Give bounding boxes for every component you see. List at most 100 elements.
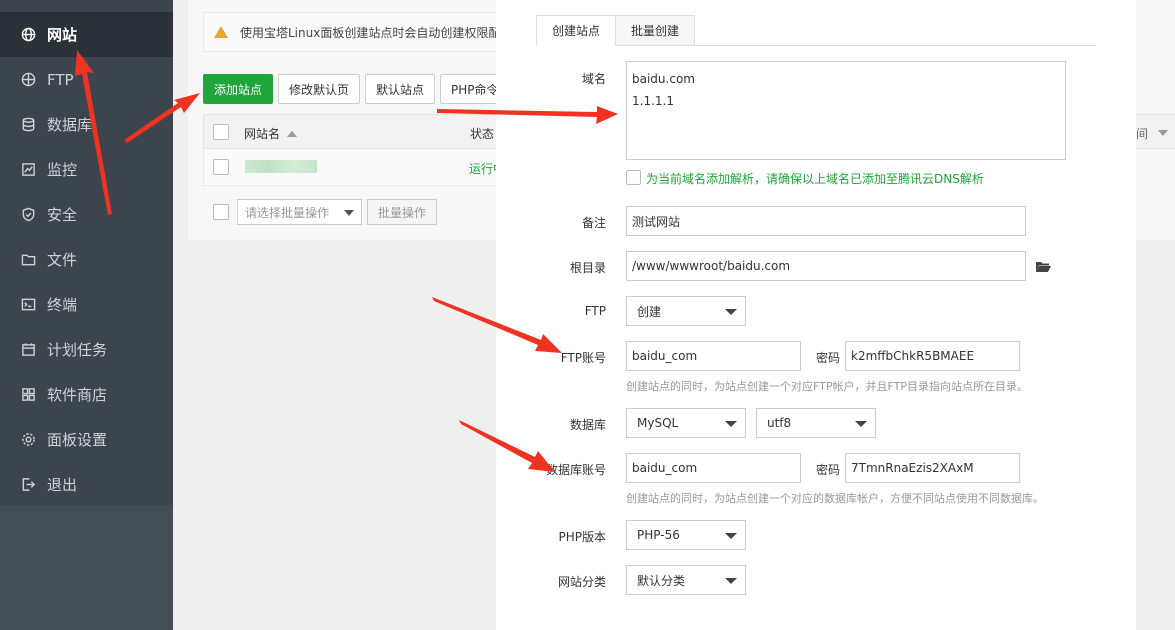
batch-action-select[interactable]: 请选择批量操作 xyxy=(237,199,362,225)
folder-icon xyxy=(20,252,36,268)
chevron-down-icon xyxy=(725,309,737,315)
folder-open-icon[interactable] xyxy=(1036,261,1051,272)
sidebar-item-settings[interactable]: 面板设置 xyxy=(0,417,173,462)
db-account-input[interactable]: baidu_com xyxy=(626,453,801,483)
charset-value: utf8 xyxy=(767,416,792,430)
chevron-down-icon xyxy=(855,421,867,427)
sidebar-item-label: 安全 xyxy=(47,206,78,224)
sort-desc-icon[interactable] xyxy=(1158,130,1168,136)
sidebar-item-label: 退出 xyxy=(47,476,78,494)
ftp-password-label: 密码 xyxy=(816,351,841,365)
ftp-select[interactable]: 创建 xyxy=(626,296,746,326)
database-label: 数据库 xyxy=(569,418,606,432)
php-version-value: PHP-56 xyxy=(637,528,680,542)
charset-select[interactable]: utf8 xyxy=(756,408,876,438)
sidebar-item-monitor[interactable]: 监控 xyxy=(0,147,173,192)
sidebar-item-ftp[interactable]: FTP xyxy=(0,57,173,102)
modify-default-page-button[interactable]: 修改默认页 xyxy=(278,74,360,104)
sidebar-item-store[interactable]: 软件商店 xyxy=(0,372,173,417)
notice-text: 使用宝塔Linux面板创建站点时会自动创建权限配 xyxy=(240,25,501,40)
ftp-select-value: 创建 xyxy=(637,304,662,319)
php-version-label: PHP版本 xyxy=(558,530,607,544)
sidebar-item-cron[interactable]: 计划任务 xyxy=(0,327,173,372)
terminal-icon xyxy=(20,297,36,313)
table-header-right: 间 xyxy=(1136,114,1175,149)
dns-resolve-label[interactable]: 为当前域名添加解析，请确保以上域名已添加至腾讯云DNS解析 xyxy=(646,170,984,187)
domain-line: baidu.com xyxy=(632,72,695,86)
php-version-select[interactable]: PHP-56 xyxy=(626,520,746,550)
calendar-icon xyxy=(20,342,36,358)
tab-create-site[interactable]: 创建站点 xyxy=(536,15,616,46)
sidebar-footer xyxy=(0,505,173,630)
ftp-account-input[interactable]: baidu_com xyxy=(626,341,801,371)
ftp-account-label: FTP账号 xyxy=(560,351,606,365)
batch-action-button[interactable]: 批量操作 xyxy=(367,199,437,225)
shield-icon xyxy=(20,207,36,223)
database-type-value: MySQL xyxy=(637,416,679,430)
notice-bar: 使用宝塔Linux面板创建站点时会自动创建权限配 xyxy=(203,12,503,52)
chevron-down-icon xyxy=(725,533,737,539)
remark-label: 备注 xyxy=(581,216,606,230)
apps-icon xyxy=(20,387,36,403)
category-select[interactable]: 默认分类 xyxy=(626,565,746,595)
db-account-label: 数据库账号 xyxy=(545,463,606,477)
domain-label: 域名 xyxy=(581,72,606,86)
ftp-hint: 创建站点的同时，为站点创建一个对应FTP帐户，并且FTP目录指向站点所在目录。 xyxy=(626,380,1028,393)
db-password-input[interactable]: 7TmnRnaEzis2XAxM xyxy=(845,453,1020,483)
database-icon xyxy=(20,117,36,133)
dialog-tabs: 创建站点 批量创建 xyxy=(536,15,1096,46)
monitor-icon xyxy=(20,162,36,178)
sidebar-item-label: 终端 xyxy=(47,296,78,314)
sidebar-item-label: 软件商店 xyxy=(47,386,108,404)
ftp-password-input[interactable]: k2mffbChkR5BMAEE xyxy=(845,341,1020,371)
row-checkbox[interactable] xyxy=(213,159,229,175)
database-type-select[interactable]: MySQL xyxy=(626,408,746,438)
globe-icon xyxy=(20,27,36,43)
default-site-button[interactable]: 默认站点 xyxy=(365,74,435,104)
sidebar-item-label: 计划任务 xyxy=(47,341,108,359)
sidebar-item-website[interactable]: 网站 xyxy=(0,12,173,57)
category-label: 网站分类 xyxy=(557,575,606,589)
chevron-down-icon xyxy=(725,578,737,584)
gear-icon xyxy=(20,432,36,448)
select-all-checkbox[interactable] xyxy=(213,124,229,140)
sidebar-item-label: 面板设置 xyxy=(47,431,108,449)
sidebar-item-files[interactable]: 文件 xyxy=(0,237,173,282)
remark-input[interactable]: 测试网站 xyxy=(626,206,1026,236)
table-header: 网站名 状态 xyxy=(203,114,503,149)
sidebar-item-security[interactable]: 安全 xyxy=(0,192,173,237)
ftp-icon xyxy=(20,72,36,88)
site-name-blurred[interactable] xyxy=(245,160,317,173)
batch-action-placeholder: 请选择批量操作 xyxy=(245,205,330,220)
domain-line: 1.1.1.1 xyxy=(632,94,674,108)
ftp-label: FTP xyxy=(584,304,606,318)
chevron-down-icon xyxy=(344,210,354,216)
chevron-down-icon xyxy=(725,421,737,427)
warning-icon xyxy=(214,26,228,38)
logout-icon xyxy=(20,477,36,493)
col-status-header: 状态 xyxy=(470,127,495,141)
add-site-button[interactable]: 添加站点 xyxy=(203,74,273,104)
sidebar-item-label: 网站 xyxy=(47,26,78,44)
category-value: 默认分类 xyxy=(637,573,686,588)
sidebar-item-logout[interactable]: 退出 xyxy=(0,462,173,507)
sort-asc-icon[interactable] xyxy=(286,131,297,137)
sidebar-item-database[interactable]: 数据库 xyxy=(0,102,173,147)
col-time-header: 间 xyxy=(1136,127,1149,141)
sidebar: 网站 FTP 数据库 监控 安全 文件 终端 计划任务 软件商店 面板设置 退出 xyxy=(0,0,173,630)
col-site-name-header: 网站名 xyxy=(244,125,297,142)
dns-resolve-checkbox[interactable] xyxy=(626,170,641,185)
col-site-name-label: 网站名 xyxy=(244,127,281,141)
php-cmd-button[interactable]: PHP命令 xyxy=(440,74,498,104)
root-dir-input[interactable]: /www/wwwroot/baidu.com xyxy=(626,251,1026,281)
sidebar-item-label: 文件 xyxy=(47,251,78,269)
batch-select-checkbox[interactable] xyxy=(213,204,229,220)
db-hint: 创建站点的同时，为站点创建一个对应的数据库帐户，方便不同站点使用不同数据库。 xyxy=(626,492,1044,505)
tab-batch-create[interactable]: 批量创建 xyxy=(615,15,695,46)
sidebar-item-terminal[interactable]: 终端 xyxy=(0,282,173,327)
db-password-label: 密码 xyxy=(816,463,841,477)
sidebar-item-label: 数据库 xyxy=(47,116,93,134)
root-dir-label: 根目录 xyxy=(569,261,606,275)
create-site-dialog: 创建站点 批量创建 域名 baidu.com 1.1.1.1 为当前域名添加解析… xyxy=(496,0,1136,630)
domain-textarea[interactable]: baidu.com 1.1.1.1 xyxy=(626,61,1066,160)
